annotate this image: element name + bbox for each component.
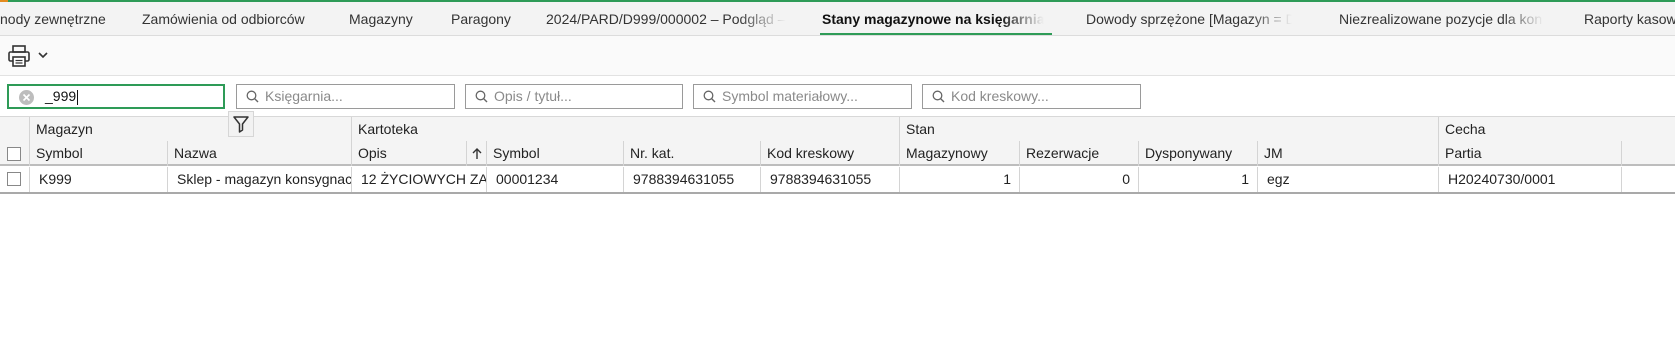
tab-external-receipts[interactable]: nody zewnętrzne	[0, 2, 110, 35]
toolbar	[0, 36, 1675, 76]
row-checkbox[interactable]	[7, 172, 21, 186]
filter-funnel-icon[interactable]	[228, 111, 254, 137]
tab-warehouses[interactable]: Magazyny	[349, 2, 419, 35]
clear-icon[interactable]	[18, 89, 35, 106]
group-card: Kartoteka	[352, 117, 900, 142]
column-header-item-symbol[interactable]: Symbol	[487, 141, 624, 166]
bookstore-search-placeholder: Księgarnia...	[265, 88, 343, 104]
bookstore-search-input[interactable]: Księgarnia...	[236, 84, 455, 109]
group-stock: Stan	[900, 117, 1439, 142]
column-header-catalog-no[interactable]: Nr. kat.	[624, 141, 761, 166]
column-header-barcode[interactable]: Kod kreskowy	[761, 141, 900, 166]
chevron-down-icon[interactable]	[36, 48, 50, 62]
grid-column-header: Symbol Nazwa Opis Symbol Nr. kat. Kod kr…	[0, 141, 1675, 166]
tab-cash-reports[interactable]: Raporty kasow	[1584, 2, 1675, 35]
cell-catalog-no: 9788394631055	[624, 167, 761, 192]
group-spacer	[0, 117, 30, 142]
cell-batch: H20240730/0001	[1439, 167, 1622, 192]
tab-receipts[interactable]: Paragony	[451, 2, 521, 35]
column-header-description[interactable]: Opis	[352, 141, 467, 166]
table-row[interactable]: K999 Sklep - magazyn konsygnac 12 ŻYCIOW…	[0, 167, 1675, 194]
tab-bookstore-stock[interactable]: Stany magazynowe na księgarniach	[822, 2, 1044, 35]
select-all-checkbox[interactable]	[7, 147, 21, 161]
material-symbol-search-input[interactable]: Symbol materiałowy...	[693, 84, 912, 109]
printer-icon[interactable]	[6, 43, 32, 69]
select-all-cell	[0, 141, 30, 166]
barcode-search-placeholder: Kod kreskowy...	[951, 88, 1049, 104]
column-header-symbol[interactable]: Symbol	[30, 141, 168, 166]
cell-available: 1	[1139, 167, 1258, 192]
search-icon	[932, 90, 945, 103]
warehouse-filter-input[interactable]: _999	[7, 84, 225, 109]
sort-button[interactable]	[467, 141, 487, 166]
tab-linked-documents[interactable]: Dowody sprzężone [Magazyn = D	[1086, 2, 1292, 35]
tab-receipt-preview[interactable]: 2024/PARD/D999/000002 – Podgląd –	[546, 2, 786, 35]
row-select-cell	[0, 167, 30, 192]
cell-description: 12 ŻYCIOWYCH ZAS	[352, 167, 487, 192]
barcode-search-input[interactable]: Kod kreskowy...	[922, 84, 1141, 109]
tab-customer-orders[interactable]: Zamówienia od odbiorców	[142, 2, 312, 35]
cell-item-symbol: 00001234	[487, 167, 624, 192]
group-warehouse: Magazyn	[30, 117, 352, 142]
column-header-in-stock[interactable]: Magazynowy	[900, 141, 1020, 166]
description-search-input[interactable]: Opis / tytuł...	[465, 84, 683, 109]
search-icon	[246, 90, 259, 103]
cell-symbol: K999	[30, 167, 168, 192]
material-symbol-search-placeholder: Symbol materiałowy...	[722, 88, 858, 104]
column-header-available[interactable]: Dysponywany	[1139, 141, 1258, 166]
filter-bar: _999 Księgarnia... Opis / tytuł... Symbo…	[0, 76, 1675, 116]
warehouse-filter-value: _999	[45, 88, 79, 105]
cell-unit: egz	[1258, 167, 1439, 192]
cell-name: Sklep - magazyn konsygnac	[168, 167, 352, 192]
search-icon	[703, 90, 716, 103]
tab-unfulfilled-items[interactable]: Niezrealizowane pozycje dla kon	[1339, 2, 1544, 35]
column-header-name[interactable]: Nazwa	[168, 141, 352, 166]
search-icon	[475, 90, 488, 103]
column-header-batch[interactable]: Partia	[1439, 141, 1622, 166]
cell-in-stock: 1	[900, 167, 1020, 192]
column-header-unit[interactable]: JM	[1258, 141, 1439, 166]
cell-barcode: 9788394631055	[761, 167, 900, 192]
cell-reservations: 0	[1020, 167, 1139, 192]
sort-ascending-icon	[469, 145, 485, 161]
document-tabs-bar: nody zewnętrzne Zamówienia od odbiorców …	[0, 2, 1675, 36]
column-header-reservations[interactable]: Rezerwacje	[1020, 141, 1139, 166]
description-search-placeholder: Opis / tytuł...	[494, 88, 572, 104]
group-feature: Cecha	[1445, 121, 1486, 137]
